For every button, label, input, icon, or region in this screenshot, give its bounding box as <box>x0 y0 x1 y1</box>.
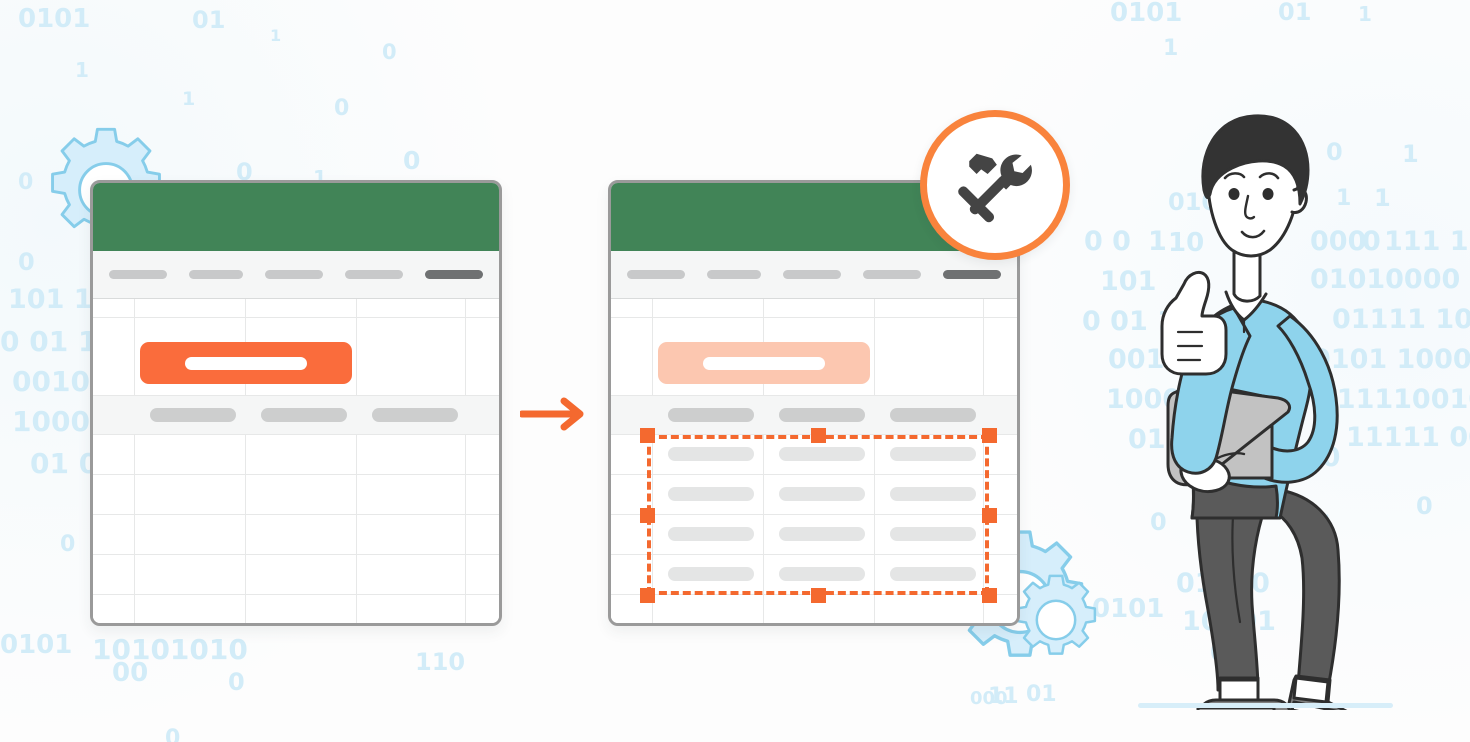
window-toolbar[interactable] <box>611 251 1017 299</box>
column-divider-4 <box>983 299 984 623</box>
resize-handle-e[interactable] <box>982 508 997 523</box>
illustration-canvas: 0101 01 1 1 0 1 0 0 0 1 0 0 101 100 0 01 1000 0010101 1… <box>0 0 1470 742</box>
row-divider-1 <box>93 317 499 318</box>
table-cell-bar <box>668 447 754 461</box>
toolbar-item-5-active[interactable] <box>943 270 1001 279</box>
column-header-bar-2 <box>779 408 865 422</box>
table-cell-bar <box>779 487 865 501</box>
row-divider-3 <box>93 434 499 435</box>
toolbar-item-4[interactable] <box>345 270 403 279</box>
row-divider-7 <box>93 594 499 595</box>
column-divider-1 <box>134 299 135 623</box>
table-cell-bar <box>890 567 976 581</box>
toolbar-item-5-active[interactable] <box>425 270 483 279</box>
window-header-bar <box>93 183 499 251</box>
binary-text: 0101 <box>1110 0 1183 28</box>
table-cell-bar <box>668 567 754 581</box>
column-divider-4 <box>465 299 466 623</box>
table-cell-bar <box>779 567 865 581</box>
binary-text: 0 <box>60 532 76 557</box>
binary-text: 1 <box>1358 2 1372 26</box>
binary-text: 111 11 01 <box>1384 226 1470 257</box>
row-divider-6 <box>93 554 499 555</box>
column-header-bar-3 <box>890 408 976 422</box>
binary-text: 0 0 <box>1084 226 1131 257</box>
column-header-bar-1 <box>668 408 754 422</box>
column-divider-3 <box>356 299 357 623</box>
column-divider-1 <box>652 299 653 623</box>
table-cell-bar <box>668 527 754 541</box>
binary-text: 110 <box>415 648 466 676</box>
primary-action-button-label <box>185 356 307 370</box>
row-divider-1 <box>611 317 1017 318</box>
row-divider-3 <box>611 434 1017 435</box>
table-cell-bar <box>779 447 865 461</box>
binary-text: 0 <box>18 170 34 195</box>
before-window[interactable] <box>90 180 502 626</box>
row-divider-5 <box>611 514 1017 515</box>
row-divider-5 <box>93 514 499 515</box>
hammer-wrench-icon <box>958 153 1032 223</box>
binary-text: 1 <box>75 58 89 82</box>
binary-text: 0 <box>403 146 421 175</box>
binary-text: 1 <box>182 88 196 110</box>
toolbar-item-1[interactable] <box>627 270 685 279</box>
table-grid-before[interactable] <box>93 299 499 623</box>
binary-text: 000 <box>970 688 1008 709</box>
binary-text: 0101 <box>0 630 73 660</box>
toolbar-item-3[interactable] <box>265 270 323 279</box>
arrow-right-icon <box>520 397 584 431</box>
row-divider-6 <box>611 554 1017 555</box>
binary-text: 0 <box>165 726 181 742</box>
binary-text: 0101 <box>18 4 91 34</box>
row-divider-4 <box>93 474 499 475</box>
binary-text: 0 <box>334 96 350 121</box>
toolbar-item-2[interactable] <box>707 270 761 279</box>
primary-action-button[interactable] <box>140 342 352 384</box>
primary-action-button-label <box>703 356 825 370</box>
gear-bottom-right-small-icon <box>1015 574 1097 655</box>
table-cell-bar <box>890 487 976 501</box>
table-cell-bar <box>779 527 865 541</box>
row-divider-7 <box>611 594 1017 595</box>
ground-line <box>1138 703 1393 708</box>
resize-handle-se[interactable] <box>982 588 997 603</box>
binary-text: 1 <box>270 26 282 45</box>
resize-handle-s[interactable] <box>811 588 826 603</box>
column-divider-3 <box>874 299 875 623</box>
table-cell-bar <box>668 487 754 501</box>
toolbar-item-2[interactable] <box>189 270 243 279</box>
person-thumbs-up-illustration <box>1160 114 1348 710</box>
binary-text: 01 <box>192 6 226 34</box>
binary-text: 0 <box>18 248 35 276</box>
column-header-bar-2 <box>261 408 347 422</box>
table-cell-bar <box>890 527 976 541</box>
binary-text: 1 <box>1402 140 1419 168</box>
tools-badge[interactable] <box>920 110 1070 260</box>
binary-text: 0 <box>382 40 397 64</box>
binary-text: 1 <box>1163 36 1179 61</box>
binary-text: 0 <box>1416 492 1433 520</box>
window-toolbar[interactable] <box>93 251 499 299</box>
column-header-bar-1 <box>150 408 236 422</box>
toolbar-item-1[interactable] <box>109 270 167 279</box>
column-header-bar-3 <box>372 408 458 422</box>
table-grid-after[interactable] <box>611 299 1017 623</box>
binary-text: 01 <box>1026 682 1057 707</box>
toolbar-item-3[interactable] <box>783 270 841 279</box>
binary-text: 0 <box>228 668 245 696</box>
primary-action-button[interactable] <box>658 342 870 384</box>
table-cell-bar <box>890 447 976 461</box>
binary-text: 00 <box>112 658 149 688</box>
row-divider-4 <box>611 474 1017 475</box>
binary-text: 01 <box>1278 0 1312 26</box>
toolbar-item-4[interactable] <box>863 270 921 279</box>
